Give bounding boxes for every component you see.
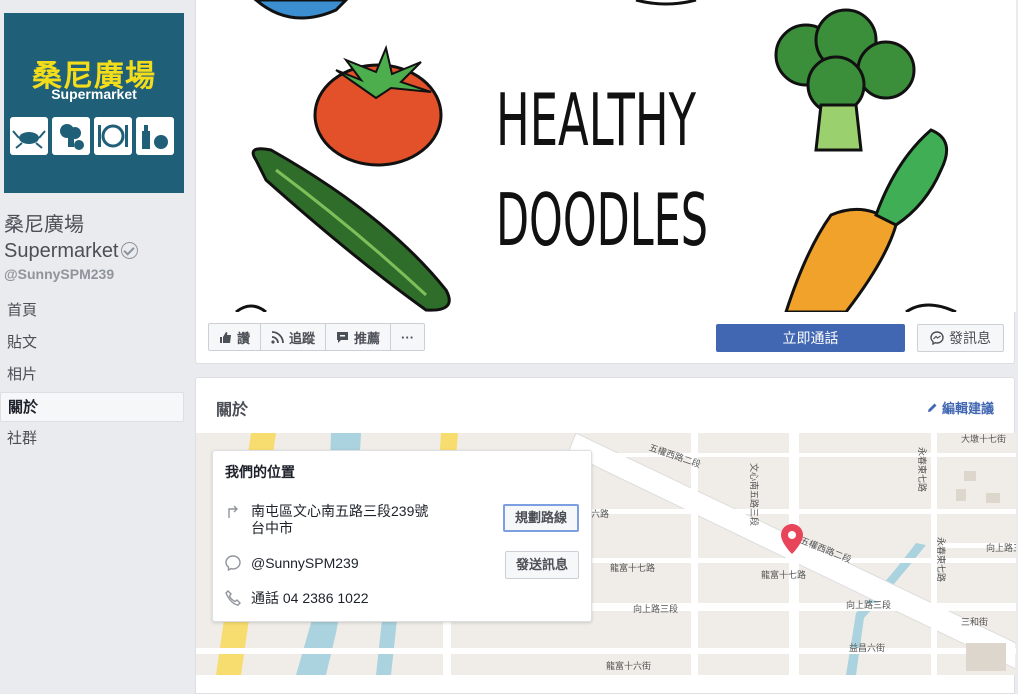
logo-icons <box>10 117 174 155</box>
send-message-button[interactable]: 發訊息 <box>917 324 1004 352</box>
page-name-en: Supermarket <box>4 240 119 262</box>
more-icon: ··· <box>401 329 415 345</box>
location-card: 我們的位置 南屯區文心南五路三段239號 台中市 規劃路線 @SunnySPM2… <box>212 450 592 622</box>
address-line2: 台中市 <box>251 520 293 536</box>
directions-icon <box>228 505 238 518</box>
map-label: 三和街 <box>961 617 989 627</box>
plan-route-button[interactable]: 規劃路線 <box>502 504 579 532</box>
map-label: 向上路三段 <box>846 600 892 610</box>
map-label: 六路 <box>591 509 610 519</box>
crab-icon <box>10 117 48 155</box>
edit-suggestion-label: 編輯建議 <box>941 401 994 416</box>
verified-badge-icon <box>120 242 138 259</box>
address-row: 南屯區文心南五路三段239號 台中市 <box>225 503 428 537</box>
cover-text-line1: HEALTHY <box>496 78 697 162</box>
page-name-en-row: Supermarket <box>4 238 138 264</box>
facebook-page: 桑尼廣場 Supermarket 桑尼廣場 Supermarket @Sunny… <box>0 0 1018 694</box>
more-button[interactable]: ··· <box>391 324 424 350</box>
cover-card: HEALTHY DOODLES 讚 追蹤 推薦 ··· 立即通話 發訊息 <box>195 0 1016 364</box>
about-title: 關於 <box>216 402 249 419</box>
location-pin-icon[interactable] <box>780 523 804 560</box>
call-now-button[interactable]: 立即通話 <box>716 324 905 352</box>
profile-picture[interactable]: 桑尼廣場 Supermarket <box>4 13 184 193</box>
map-label: 龍富十七路 <box>761 570 807 580</box>
follow-button[interactable]: 追蹤 <box>261 324 327 350</box>
vegetable-icon <box>52 117 90 155</box>
cover-illustration: HEALTHY DOODLES <box>235 0 957 312</box>
phone-row: 通話 04 2386 1022 <box>225 590 369 607</box>
page-action-bar: 讚 追蹤 推薦 ··· <box>208 323 426 351</box>
location-card-title: 我們的位置 <box>225 464 295 480</box>
follow-label: 追蹤 <box>289 330 316 346</box>
map-label: 龍富十七路 <box>610 563 656 573</box>
like-label: 讚 <box>237 330 251 346</box>
map-label: 向上路三段 <box>633 604 679 614</box>
page-handle[interactable]: @SunnySPM239 <box>4 266 114 282</box>
location-map[interactable]: 五權西路二段 五權西路二段 文心南五路三段 龍富十七路 龍富十七路 向上路三段 … <box>196 433 1016 675</box>
map-label: 永春東七路 <box>917 447 927 493</box>
cover-photo[interactable]: HEALTHY DOODLES <box>196 0 1016 312</box>
map-label: 大墩十七街 <box>961 434 1007 444</box>
page-name: 桑尼廣場 Supermarket <box>4 212 138 264</box>
like-button[interactable]: 讚 <box>209 324 262 350</box>
nav-item-photos[interactable]: 相片 <box>0 360 184 390</box>
phone-icon <box>225 590 241 606</box>
recommend-label: 推薦 <box>354 330 381 346</box>
page-name-cn: 桑尼廣場 <box>4 214 84 236</box>
thumbs-up-icon <box>220 331 231 343</box>
rss-icon <box>271 330 284 344</box>
grocery-icon <box>136 117 174 155</box>
phone-text[interactable]: 通話 04 2386 1022 <box>251 590 369 607</box>
comment-icon <box>337 331 349 343</box>
page-nav: 首頁 貼文 相片 關於 社群 <box>0 296 184 456</box>
nav-item-about[interactable]: 關於 <box>0 392 184 422</box>
map-label: 文心南五路三段 <box>749 463 759 527</box>
address-line1: 南屯區文心南五路三段239號 <box>251 503 429 519</box>
phone-number: 04 2386 1022 <box>282 590 369 606</box>
nav-item-home[interactable]: 首頁 <box>0 296 184 326</box>
messenger-icon <box>930 331 944 345</box>
edit-suggestion-link[interactable]: 編輯建議 <box>927 398 994 417</box>
map-label: 龍富十六街 <box>606 661 652 671</box>
cover-text-line2: DOODLES <box>496 178 708 262</box>
send-message-card-button[interactable]: 發送訊息 <box>504 551 579 579</box>
phone-label: 通話 <box>251 590 279 606</box>
map-label: 益昌六街 <box>849 643 886 653</box>
about-card: 關於 編輯建議 五權西路二段 五權西路二段 文心南五路三段 龍富十七路 龍富十七… <box>195 377 1016 694</box>
messenger-row: @SunnySPM239 <box>225 555 359 572</box>
recommend-button[interactable]: 推薦 <box>326 324 392 350</box>
nav-item-posts[interactable]: 貼文 <box>0 328 184 358</box>
messenger-icon <box>225 555 241 571</box>
logo-subtitle: Supermarket <box>51 86 137 102</box>
map-label: 永春東七路 <box>936 537 946 583</box>
dining-icon <box>94 117 132 155</box>
send-message-label: 發訊息 <box>949 330 991 346</box>
messenger-handle[interactable]: @SunnySPM239 <box>251 555 359 572</box>
nav-item-community[interactable]: 社群 <box>0 424 184 454</box>
pencil-icon <box>927 403 937 412</box>
map-label: 向上路三段 <box>986 543 1016 553</box>
address-text: 南屯區文心南五路三段239號 台中市 <box>251 503 428 537</box>
left-column: 桑尼廣場 Supermarket 桑尼廣場 Supermarket @Sunny… <box>0 0 190 694</box>
